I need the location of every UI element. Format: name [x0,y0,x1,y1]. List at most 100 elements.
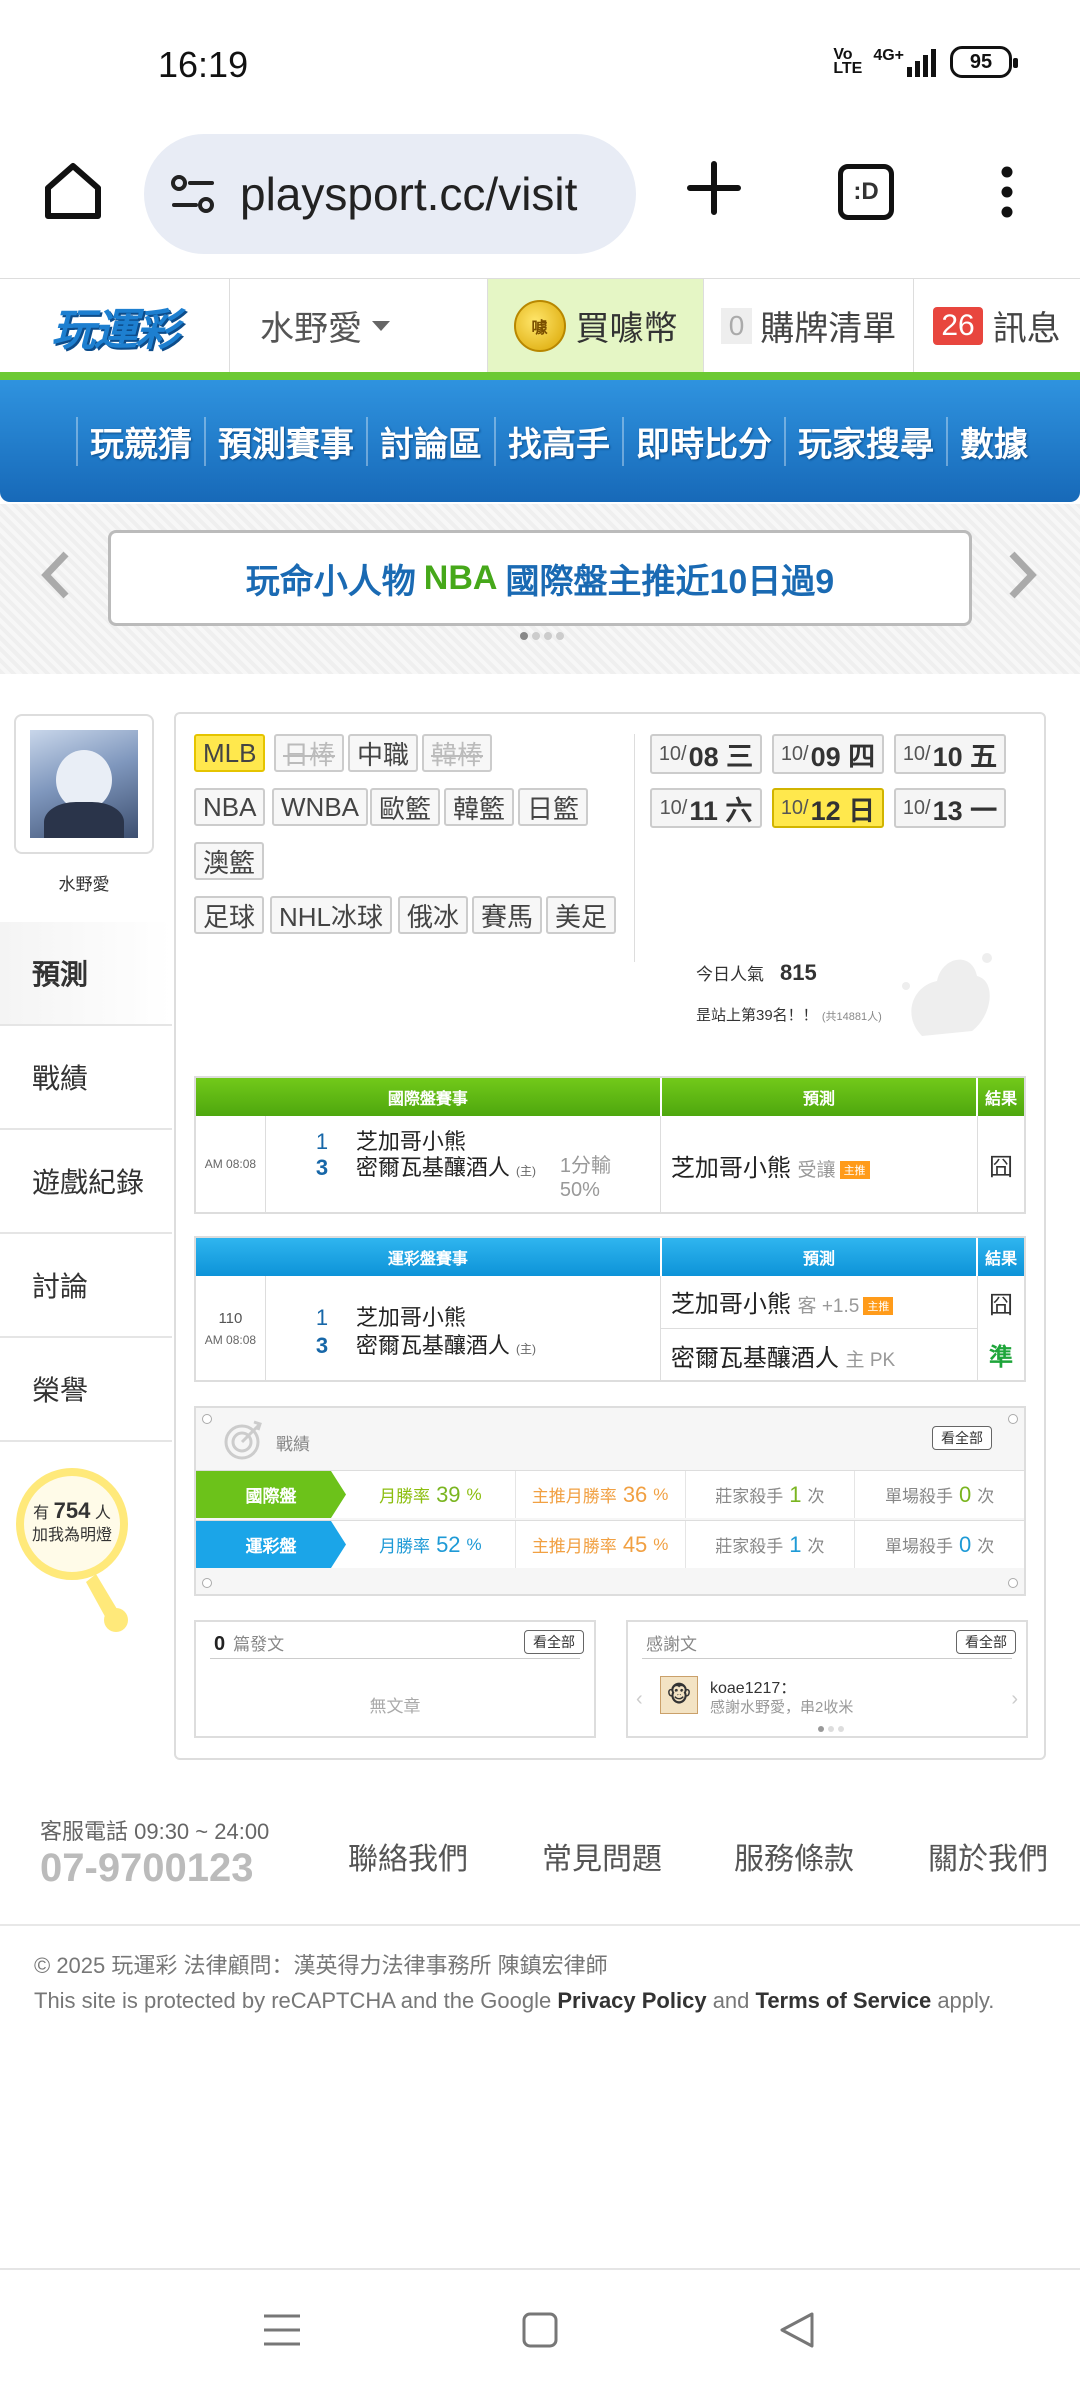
side-item-game-log[interactable]: 遊戲紀錄 [0,1130,172,1234]
thanks-card: 感謝文 看全部 ‹ 🐵 koae1217： 感謝水野愛，串2收米 › [626,1620,1028,1738]
league-tag[interactable]: MLB [194,734,266,772]
home-icon[interactable] [40,158,106,224]
chevron-left-icon[interactable] [40,550,70,600]
date-tab[interactable]: 10/08 三 [650,734,762,774]
win-rate-label: 月勝率 [379,1537,431,1556]
footer-link-terms[interactable]: 服務條款 [734,1834,854,1878]
nav-item-forum[interactable]: 討論區 [366,416,494,466]
pick-team: 芝加哥小熊 [670,1291,791,1318]
column-header: 預測 [662,1078,979,1116]
side-item-discussion[interactable]: 討論 [0,1234,172,1338]
avatar-image [30,730,138,838]
back-icon[interactable] [778,2310,818,2350]
pick: 芝加哥小熊 客 +1.5 主推 [670,1284,894,1319]
thanks-user-avatar[interactable]: 🐵 [660,1676,698,1714]
record-row: 運彩盤 月勝率 52% 主推月勝率 45% 莊家殺手 1 次 單場殺手 0 次 [196,1520,1024,1568]
recaptcha-text: This site is protected by reCAPTCHA and … [34,1988,558,2013]
chevron-right-icon[interactable]: › [1011,1688,1018,1711]
home-team[interactable]: 3 密爾瓦基釀酒人 (主) [316,1328,536,1360]
league-tag[interactable]: 日籃 [518,788,589,826]
copyright: © 2025 玩運彩 法律顧問：漢英得力法律事務所 陳鎮宏律師 [34,1953,608,1978]
tabs-button[interactable]: :D [838,164,894,220]
view-all-posts-button[interactable]: 看全部 [524,1630,584,1654]
league-tag[interactable]: 中職 [348,734,419,772]
record-row-label: 國際盤 [196,1471,346,1518]
date-tab[interactable]: 10/10 五 [894,734,1006,774]
footer-link-about[interactable]: 關於我們 [928,1834,1048,1878]
pick: 芝加哥小熊 受讓 主推 [671,1148,870,1183]
nav-item-experts[interactable]: 找高手 [494,416,622,466]
date-tab[interactable]: 10/13 一 [894,788,1006,828]
chevron-right-icon[interactable] [1008,550,1038,600]
league-tag[interactable]: WNBA [272,788,368,826]
column-header: 預測 [662,1238,979,1276]
record-cell: 月勝率 52% [346,1521,516,1568]
date-tab[interactable]: 10/09 四 [772,734,884,774]
win-rate-value: 52 [436,1531,461,1557]
site-settings-icon[interactable] [170,172,216,216]
date-tab-selected[interactable]: 10/12 日 [772,788,884,828]
service-phone[interactable]: 07-9700123 [40,1846,254,1891]
address-bar[interactable]: playsport.cc/visit [144,134,636,254]
messages-label: 訊息 [992,310,1061,348]
league-tag[interactable]: 澳籃 [194,842,265,880]
thanks-message: 感謝水野愛，串2收米 [710,1699,854,1716]
side-item-predict[interactable]: 預測 [0,922,172,1026]
home-team[interactable]: 3 密爾瓦基釀酒人 (主) [316,1150,536,1182]
user-dropdown[interactable]: 水野愛 [230,279,488,372]
thanks-user-name[interactable]: koae1217： [710,1674,796,1698]
home-team-name: 密爾瓦基釀酒人 [355,1155,510,1180]
view-all-record-button[interactable]: 看全部 [932,1426,992,1450]
view-all-thanks-button[interactable]: 看全部 [956,1630,1016,1654]
fans-pre: 有 [33,1505,50,1522]
new-tab-icon[interactable] [686,160,742,216]
nav-item-live-score[interactable]: 即時比分 [622,416,784,466]
recent-apps-icon[interactable] [262,2310,302,2350]
site-rank: 昰站上第39名！！ (共14881人) [696,1004,882,1025]
league-tag[interactable]: NHL冰球 [270,896,393,934]
fans-count[interactable]: 有 754 人 加我為明燈 [14,1500,130,1547]
date-tab[interactable]: 10/11 六 [650,788,762,828]
league-tag[interactable]: 足球 [194,896,265,934]
league-tag[interactable]: 俄冰 [398,896,469,934]
site-logo[interactable]: 玩運彩 [0,279,230,373]
recaptcha-and: and [706,1988,756,2013]
banner-item[interactable]: 玩命小人物 NBA 國際盤主推近10日過9 [108,530,972,626]
date-month: 10/ [780,796,809,819]
chevron-left-icon[interactable]: ‹ [636,1688,643,1711]
intl-prediction-table: 國際盤賽事 預測 結果 AM 08:08 1 芝加哥小熊 3 密爾瓦基釀酒人 (主)… [194,1076,1026,1214]
league-tag: 日棒 [274,734,345,772]
league-tag[interactable]: NBA [194,788,266,826]
more-menu-icon[interactable] [995,164,1019,220]
result: 囧 [989,1153,1014,1181]
status-bar: 16:19 Vo LTE 4G+ 95 [0,0,1080,130]
nav-item-data[interactable]: 數據 [946,416,1040,466]
date-month: 10/ [902,796,931,819]
nav-item-predict[interactable]: 預測賽事 [204,416,366,466]
privacy-policy-link[interactable]: Privacy Policy [557,1988,706,2013]
banner-text-pre: 玩命小人物 [245,562,416,601]
main-pick-badge: 主推 [863,1296,894,1315]
prediction-cell: 芝加哥小熊 客 +1.5 主推 密爾瓦基釀酒人 主 PK [660,1276,979,1380]
league-tag[interactable]: 美足 [546,896,617,934]
nav-item-player-search[interactable]: 玩家搜尋 [784,416,946,466]
terms-of-service-link[interactable]: Terms of Service [756,1988,932,2013]
battery-level: 95 [969,50,993,73]
footer-link-contact[interactable]: 聯絡我們 [348,1834,468,1878]
home-nav-icon[interactable] [520,2310,560,2350]
league-tag[interactable]: 賽馬 [472,896,543,934]
footer-link-faq[interactable]: 常見問題 [542,1834,662,1878]
side-item-honor[interactable]: 榮譽 [0,1338,172,1442]
coin-icon-label: 噱 [531,319,548,337]
messages-button[interactable]: 26 訊息 [914,279,1080,372]
buy-coin-button[interactable]: 噱 買噱幣 [488,279,704,372]
service-hours: 客服電話 09:30 ~ 24:00 [40,1819,270,1844]
league-tag: 韓棒 [422,734,493,772]
nav-item-guess[interactable]: 玩競猜 [76,416,204,466]
unit: % [466,1484,482,1504]
cart-button[interactable]: 0 購牌清單 [704,279,914,372]
league-tag[interactable]: 歐籃 [370,788,441,826]
avatar[interactable] [14,714,154,854]
side-item-record[interactable]: 戰績 [0,1026,172,1130]
league-tag[interactable]: 韓籃 [444,788,515,826]
